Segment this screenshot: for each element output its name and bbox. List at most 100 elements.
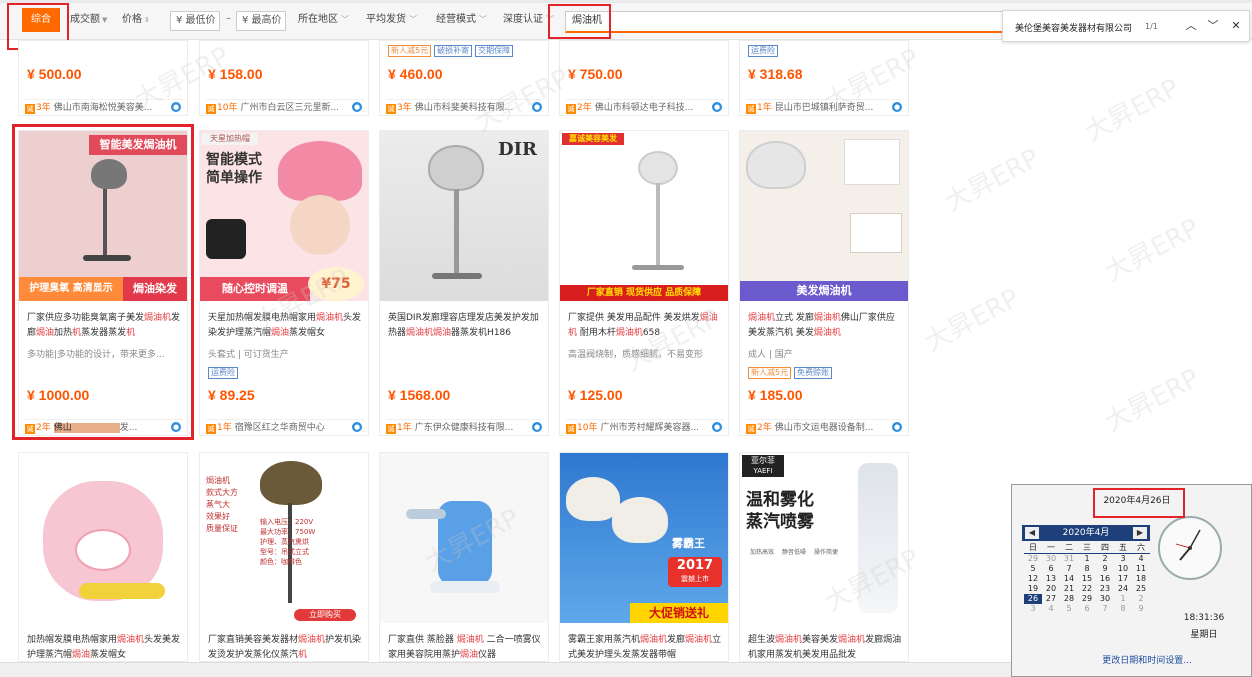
calendar-day[interactable]: 5 <box>1060 604 1078 614</box>
product-title[interactable]: 英国DIR发廊理容店理发店美发护发加热器焗油机焗油器蒸发机H186 <box>388 311 543 341</box>
calendar-day[interactable]: 20 <box>1042 584 1060 594</box>
calendar-day[interactable]: 8 <box>1114 604 1132 614</box>
calendar-day[interactable]: 14 <box>1060 574 1078 584</box>
calendar-day[interactable]: 24 <box>1114 584 1132 594</box>
max-price-input[interactable]: ¥ 最高价 <box>236 11 286 31</box>
find-query[interactable]: 美伦堡美容美发器材有限公司 <box>1015 21 1132 34</box>
chat-icon[interactable]: ● <box>171 102 181 112</box>
biz-mode-dropdown[interactable]: 经营模式 ﹀ <box>436 8 487 32</box>
sort-general-button[interactable]: 综合 <box>22 8 60 32</box>
calendar-day[interactable]: 2 <box>1132 594 1150 604</box>
calendar-day[interactable]: 27 <box>1042 594 1060 604</box>
product-image[interactable]: 亚尔菲 YAEFI 温和雾化 蒸汽喷雾 加热高效 静音低噪 操作简便 <box>740 453 908 623</box>
calendar-day[interactable]: 1 <box>1078 554 1096 565</box>
product-card[interactable]: 雾霸王 2017 震撼上市 大促销送礼 雾霸王家用蒸汽机焗油机发廊焗油机立式美发… <box>559 452 729 662</box>
product-card[interactable]: 美发焗油机 焗油机立式 发廊焗油机佛山厂家供应 美发蒸汽机 美发焗油机 成人 |… <box>739 130 909 436</box>
calendar-day[interactable]: 2 <box>1096 554 1114 565</box>
calendar-day[interactable]: 29 <box>1024 554 1042 565</box>
product-image[interactable] <box>19 453 187 623</box>
product-image[interactable]: 嘉诚美容美发 厂家直销 现货供应 品质保障 <box>560 131 728 301</box>
product-card[interactable]: 嘉诚美容美发 厂家直销 现货供应 品质保障 厂家提供 美发用品配件 美发烘发焗油… <box>559 130 729 436</box>
product-title[interactable]: 天星加热帽发膜电热帽家用焗油机头发染发护理蒸汽帽焗油蒸发帽女 <box>208 311 363 341</box>
close-icon[interactable]: ✕ <box>1228 18 1244 34</box>
calendar-day[interactable]: 21 <box>1060 584 1078 594</box>
product-card[interactable]: 天星加热帽 智能模式 简单操作 随心控时调温 ¥75 天星加热帽发膜电热帽家用焗… <box>199 130 369 436</box>
calendar-day[interactable]: 30 <box>1042 554 1060 565</box>
calendar-day[interactable]: 18 <box>1132 574 1150 584</box>
sort-price-button[interactable]: 价格 ⇕ <box>122 8 150 32</box>
chat-icon[interactable]: ● <box>712 102 722 112</box>
find-prev-icon[interactable]: ︿ <box>1183 18 1199 34</box>
calendar-day-selected[interactable]: 26 <box>1024 594 1042 604</box>
chat-icon[interactable]: ● <box>352 102 362 112</box>
calendar-day[interactable]: 29 <box>1078 594 1096 604</box>
product-image[interactable]: 天星加热帽 智能模式 简单操作 随心控时调温 ¥75 <box>200 131 368 301</box>
product-image[interactable]: 焗油机 款式大方 蒸气大 效果好 质量保证 输入电压：220V 最大功率：750W 护理、蒸… <box>200 453 368 623</box>
product-card[interactable]: 新人减5元 破损补寄 交期保障 ¥ 460.00 诚 3年 佛山市科斐美科技有限... ● <box>379 40 549 116</box>
product-image[interactable]: DIR <box>380 131 548 301</box>
calendar-day[interactable]: 4 <box>1042 604 1060 614</box>
product-card[interactable]: 智能美发焗油机 护理臭氧 高清显示 焗油染发 厂家供应多功能臭氧离子美发焗油机发… <box>18 130 188 436</box>
calendar-day[interactable]: 12 <box>1024 574 1042 584</box>
product-card[interactable]: 焗油机 款式大方 蒸气大 效果好 质量保证 输入电压：220V 最大功率：750W 护理、蒸… <box>199 452 369 662</box>
product-card[interactable]: 厂家直供 蒸脸器 焗油机 二合一喷雾仪 家用美容院用蒸护焗油仪器 <box>379 452 549 662</box>
shop-line[interactable]: 诚 1年 宿豫区红之华商贸中心 ● <box>206 419 364 434</box>
product-image[interactable]: 智能美发焗油机 护理臭氧 高清显示 焗油染发 <box>19 131 187 301</box>
product-title[interactable]: 厂家供应多功能臭氧离子美发焗油机发廊焗油加热机蒸发器蒸发机 <box>27 311 182 341</box>
chat-icon[interactable]: ● <box>712 422 722 432</box>
calendar-day[interactable]: 3 <box>1114 554 1132 565</box>
shop-line[interactable]: 诚 2年 佛山市科顿达电子科技... ● <box>566 99 724 114</box>
calendar-day[interactable]: 1 <box>1114 594 1132 604</box>
product-image[interactable] <box>380 453 548 623</box>
product-title[interactable]: 厂家直销美容美发器材焗油机护发机染发烫发护发蒸化仪蒸汽机 <box>208 633 363 661</box>
chat-icon[interactable]: ● <box>532 102 542 112</box>
prev-month-icon[interactable]: ◀ <box>1025 527 1039 539</box>
calendar-day[interactable]: 30 <box>1096 594 1114 604</box>
calendar-day[interactable]: 19 <box>1024 584 1042 594</box>
calendar-day[interactable]: 6 <box>1078 604 1096 614</box>
calendar-day[interactable]: 17 <box>1114 574 1132 584</box>
calendar-day[interactable]: 13 <box>1042 574 1060 584</box>
product-card[interactable]: 运费险 ¥ 318.68 诚 1年 昆山市巴城镇利萨奇贸... ● <box>739 40 909 116</box>
product-title[interactable]: 厂家直供 蒸脸器 焗油机 二合一喷雾仪 家用美容院用蒸护焗油仪器 <box>388 633 543 661</box>
chat-icon[interactable]: ● <box>171 422 181 432</box>
deep-cert-dropdown[interactable]: 深度认证 ﹀ <box>503 8 554 32</box>
calendar-day[interactable]: 3 <box>1024 604 1042 614</box>
calendar-day[interactable]: 25 <box>1132 584 1150 594</box>
product-card[interactable]: ¥ 158.00 诚 10年 广州市白云区三元里新... ● <box>199 40 369 116</box>
product-title[interactable]: 雾霸王家用蒸汽机焗油机发廊焗油机立式美发护理头发蒸发器带帽 <box>568 633 723 661</box>
product-card[interactable]: ¥ 750.00 诚 2年 佛山市科顿达电子科技... ● <box>559 40 729 116</box>
shop-line[interactable]: 诚 1年 昆山市巴城镇利萨奇贸... ● <box>746 99 904 114</box>
shop-line[interactable]: 诚 3年 佛山市南海松悦美容美... ● <box>25 99 183 114</box>
product-image[interactable]: 雾霸王 2017 震撼上市 大促销送礼 <box>560 453 728 623</box>
shop-line[interactable]: 诚 10年 广州市芳村耀辉美容器... ● <box>566 419 724 434</box>
calendar-day[interactable]: 7 <box>1096 604 1114 614</box>
next-month-icon[interactable]: ▶ <box>1133 527 1147 539</box>
calendar-day[interactable]: 5 <box>1024 564 1042 574</box>
calendar-day[interactable]: 11 <box>1132 564 1150 574</box>
sort-volume-button[interactable]: 成交额 ▼ <box>70 8 107 32</box>
chat-icon[interactable]: ● <box>892 422 902 432</box>
product-card[interactable]: DIR 英国DIR发廊理容店理发店美发护发加热器焗油机焗油器蒸发机H186 ¥ … <box>379 130 549 436</box>
calendar-day[interactable]: 22 <box>1078 584 1096 594</box>
calendar-day[interactable]: 16 <box>1096 574 1114 584</box>
calendar-day[interactable]: 9 <box>1132 604 1150 614</box>
product-card[interactable]: 亚尔菲 YAEFI 温和雾化 蒸汽喷雾 加热高效 静音低噪 操作简便 超生波焗油机美… <box>739 452 909 662</box>
shop-line[interactable]: 诚 10年 广州市白云区三元里新... ● <box>206 99 364 114</box>
shop-line[interactable]: 诚 2年 佛山 发... ● <box>25 419 183 434</box>
product-title[interactable]: 加热帽发膜电热帽家用焗油机头发美发护理蒸汽帽焗油蒸发帽女 <box>27 633 182 661</box>
calendar-day[interactable]: 23 <box>1096 584 1114 594</box>
chat-icon[interactable]: ● <box>352 422 362 432</box>
shop-line[interactable]: 诚 3年 佛山市科斐美科技有限... ● <box>386 99 544 114</box>
calendar-day[interactable]: 31 <box>1060 554 1078 565</box>
calendar-day[interactable]: 6 <box>1042 564 1060 574</box>
find-next-icon[interactable]: ﹀ <box>1205 18 1221 34</box>
calendar-day[interactable]: 15 <box>1078 574 1096 584</box>
avg-ship-dropdown[interactable]: 平均发货 ﹀ <box>366 8 417 32</box>
calendar-day[interactable]: 9 <box>1096 564 1114 574</box>
calendar-day[interactable]: 4 <box>1132 554 1150 565</box>
calendar-day[interactable]: 7 <box>1060 564 1078 574</box>
change-datetime-link[interactable]: 更改日期和时间设置... <box>1012 653 1252 666</box>
product-title[interactable]: 焗油机立式 发廊焗油机佛山厂家供应 美发蒸汽机 美发焗油机 <box>748 311 903 341</box>
chat-icon[interactable]: ● <box>892 102 902 112</box>
